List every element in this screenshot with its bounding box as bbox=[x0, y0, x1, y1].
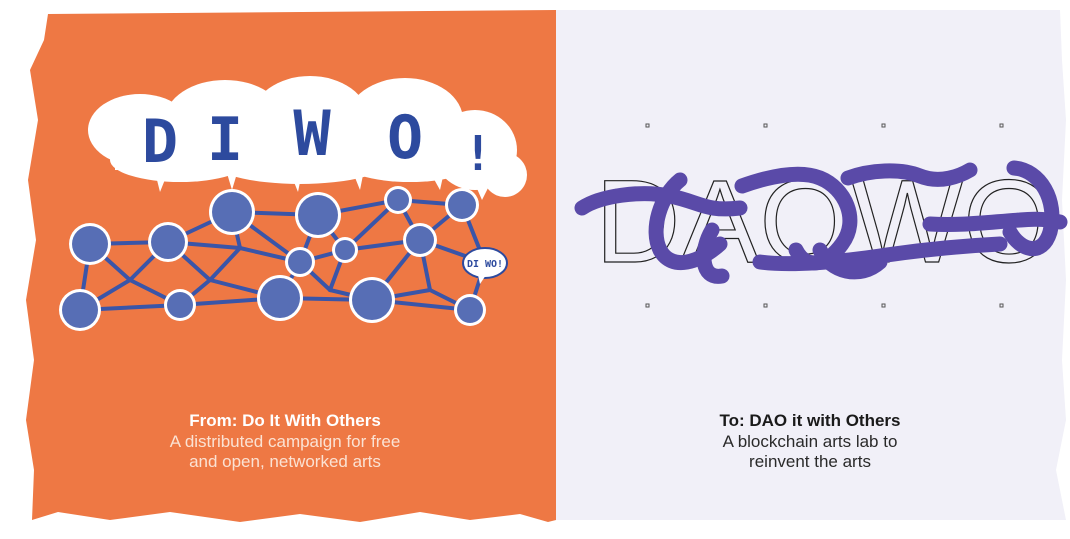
usb-stick-icon bbox=[285, 247, 315, 277]
right-caption: To: DAO it with Others A blockchain arts… bbox=[640, 411, 980, 473]
pen-icon bbox=[445, 188, 479, 222]
people-icon bbox=[59, 289, 101, 331]
diwo-daowo-graphic: D I W O! DI WO! DAOWO From: Do It With Othe… bbox=[0, 0, 1070, 534]
face-icon bbox=[209, 189, 255, 235]
gnu-icon bbox=[295, 192, 341, 238]
diwo-letter: I bbox=[207, 105, 243, 175]
diwo-letter: ! bbox=[464, 126, 493, 182]
right-caption-line-1: A blockchain arts lab to bbox=[722, 431, 898, 451]
left-caption-line-2: and open, networked arts bbox=[189, 452, 381, 472]
right-caption-line-2: reinvent the arts bbox=[749, 452, 871, 472]
left-caption: From: Do It With Others A distributed ca… bbox=[120, 411, 450, 473]
diwo-letter: D bbox=[142, 107, 178, 177]
left-caption-title: From: Do It With Others bbox=[189, 411, 381, 430]
bitcoin-icon bbox=[148, 222, 188, 262]
bug-icon bbox=[164, 289, 196, 321]
right-caption-title: To: DAO it with Others bbox=[719, 411, 901, 430]
camera-icon bbox=[69, 223, 111, 265]
small-bubble-text: DI WO! bbox=[467, 259, 503, 270]
portrait-icon bbox=[349, 277, 395, 323]
badge-icon bbox=[403, 223, 437, 257]
key-icon bbox=[332, 237, 358, 263]
smiley-icon bbox=[384, 186, 412, 214]
diwo-letter: O bbox=[387, 103, 423, 173]
diwo-letter: W bbox=[293, 97, 331, 170]
left-caption-line-1: A distributed campaign for free bbox=[169, 431, 401, 451]
hand-icon bbox=[454, 294, 486, 326]
texture-icon bbox=[257, 275, 303, 321]
